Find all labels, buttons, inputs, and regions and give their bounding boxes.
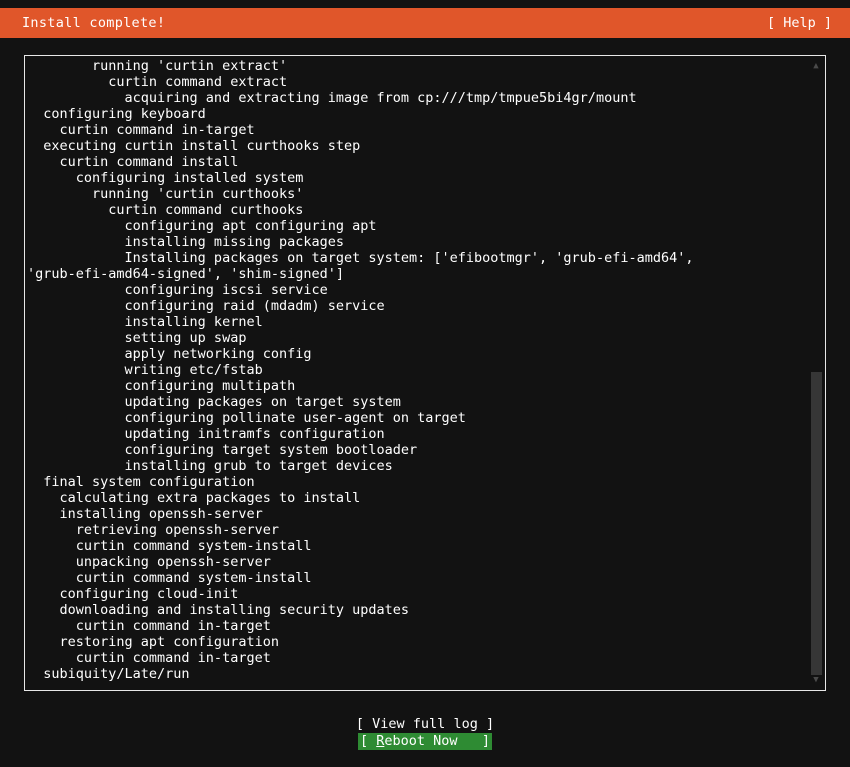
log-line: configuring target system bootloader xyxy=(27,442,418,458)
view-full-log-button[interactable]: [ View full log ] xyxy=(354,716,496,733)
log-line: curtin command install xyxy=(27,154,239,170)
log-line: updating initramfs configuration xyxy=(27,426,385,442)
log-line: curtin command in-target xyxy=(27,618,271,634)
log-line: configuring iscsi service xyxy=(27,282,328,298)
log-line: apply networking config xyxy=(27,346,312,362)
install-log-panel: running 'curtin extract' curtin command … xyxy=(24,55,826,691)
log-line: curtin command extract xyxy=(27,74,288,90)
log-line: configuring apt configuring apt xyxy=(27,218,377,234)
log-line: restoring apt configuration xyxy=(27,634,279,650)
log-line: updating packages on target system xyxy=(27,394,401,410)
log-line: downloading and installing security upda… xyxy=(27,602,410,618)
log-line: installing kernel xyxy=(27,314,263,330)
log-line: curtin command system-install xyxy=(27,570,312,586)
footer-buttons: [ View full log ] [ Reboot Now ] xyxy=(0,716,850,750)
page-title: Install complete! xyxy=(22,15,166,31)
log-line: configuring keyboard xyxy=(27,106,206,122)
log-line: calculating extra packages to install xyxy=(27,490,361,506)
log-line: acquiring and extracting image from cp:/… xyxy=(27,90,637,106)
log-line: subiquity/Late/run xyxy=(27,666,190,682)
log-line: Installing packages on target system: ['… xyxy=(27,250,694,266)
log-line: final system configuration xyxy=(27,474,255,490)
scrollbar-thumb[interactable] xyxy=(811,372,822,675)
header-bar: Install complete! [ Help ] xyxy=(0,8,850,38)
log-line: setting up swap xyxy=(27,330,247,346)
log-line: running 'curtin curthooks' xyxy=(27,186,304,202)
log-line: installing grub to target devices xyxy=(27,458,393,474)
help-button[interactable]: [ Help ] xyxy=(767,15,832,31)
reboot-now-button[interactable]: [ Reboot Now ] xyxy=(357,733,493,750)
log-line: running 'curtin extract' xyxy=(27,58,288,74)
log-line: curtin command in-target xyxy=(27,650,271,666)
log-scrollbar[interactable]: ▲ ▼ xyxy=(808,57,824,689)
log-line: curtin command in-target xyxy=(27,122,255,138)
scroll-up-arrow-icon[interactable]: ▲ xyxy=(808,59,824,73)
log-line: executing curtin install curthooks step xyxy=(27,138,361,154)
log-line: configuring cloud-init xyxy=(27,586,239,602)
reboot-bracket-open: [ xyxy=(359,733,377,749)
reboot-bracket-close: ] xyxy=(457,733,491,749)
reboot-label-rest: eboot Now xyxy=(384,733,458,749)
scroll-down-arrow-icon[interactable]: ▼ xyxy=(808,673,824,687)
log-line: 'grub-efi-amd64-signed', 'shim-signed'] xyxy=(27,266,344,282)
log-line: configuring raid (mdadm) service xyxy=(27,298,385,314)
log-line: configuring pollinate user-agent on targ… xyxy=(27,410,466,426)
log-line: installing openssh-server xyxy=(27,506,263,522)
log-line: configuring installed system xyxy=(27,170,304,186)
install-log-lines: running 'curtin extract' curtin command … xyxy=(25,56,825,690)
log-line: installing missing packages xyxy=(27,234,344,250)
log-line: retrieving openssh-server xyxy=(27,522,279,538)
log-line: configuring multipath xyxy=(27,378,296,394)
log-line: unpacking openssh-server xyxy=(27,554,271,570)
log-line: curtin command system-install xyxy=(27,538,312,554)
log-line: curtin command curthooks xyxy=(27,202,304,218)
log-line: writing etc/fstab xyxy=(27,362,263,378)
